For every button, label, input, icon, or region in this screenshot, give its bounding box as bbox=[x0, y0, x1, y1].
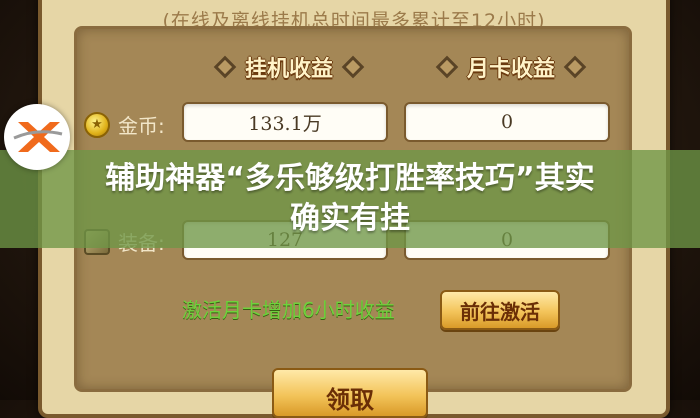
monthly-card-header: 月卡收益 bbox=[418, 52, 604, 82]
gold-idle-value: 133.1万 bbox=[182, 102, 388, 142]
diamond-ornament-icon bbox=[213, 55, 237, 79]
banner-line-2: 确实有挂 bbox=[290, 201, 410, 236]
go-activate-button[interactable]: 前往激活 bbox=[440, 290, 560, 330]
banner-line-1: 辅助神器“多乐够级打胜率技巧”其实 bbox=[105, 161, 595, 196]
claim-button[interactable]: 领取 bbox=[272, 368, 428, 418]
gold-row-label: ★ 金币: bbox=[84, 110, 165, 139]
idle-income-header: 挂机收益 bbox=[196, 52, 382, 82]
idle-income-title: 挂机收益 bbox=[244, 57, 333, 82]
activate-card-hint: 激活月卡增加6小时收益 bbox=[182, 298, 395, 322]
gold-card-value: 0 bbox=[404, 102, 610, 142]
site-logo bbox=[4, 104, 70, 170]
diamond-ornament-icon bbox=[341, 55, 365, 79]
diamond-ornament-icon bbox=[435, 55, 459, 79]
monthly-card-title: 月卡收益 bbox=[466, 57, 555, 82]
x-logo-icon bbox=[13, 122, 63, 152]
gold-label: 金币: bbox=[118, 114, 165, 138]
diamond-ornament-icon bbox=[563, 55, 587, 79]
gold-coin-icon: ★ bbox=[84, 111, 110, 138]
watermark-banner: 辅助神器“多乐够级打胜率技巧”其实 确实有挂 bbox=[0, 150, 700, 248]
